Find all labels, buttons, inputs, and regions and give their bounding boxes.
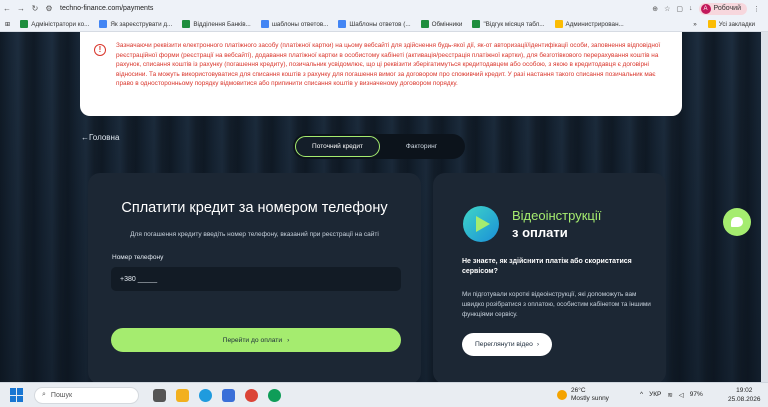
scrollbar[interactable] xyxy=(761,32,768,382)
folder-icon xyxy=(707,20,716,28)
store-icon[interactable] xyxy=(222,388,235,402)
apps-grid-icon[interactable]: ⊞ xyxy=(0,21,15,28)
weather-temp: 26°C xyxy=(571,387,586,394)
sheet-icon xyxy=(182,20,191,28)
sheet-icon xyxy=(20,20,29,28)
go-to-payment-label: Перейти до оплати xyxy=(222,336,283,344)
download-icon[interactable]: ↓ xyxy=(689,5,693,12)
chrome-icon[interactable] xyxy=(245,388,258,402)
profile-label: Робочий xyxy=(713,5,741,12)
bookmark-item[interactable]: Як зареєструвати д... xyxy=(94,20,177,28)
clock[interactable]: 19:02 25.08.2026 xyxy=(728,387,761,404)
tab-current-credit[interactable]: Поточний кредит xyxy=(295,136,380,157)
battery-level[interactable]: 97% xyxy=(690,391,703,399)
zoom-icon[interactable]: ⊕ xyxy=(652,5,658,13)
watch-video-button[interactable]: Переглянути відео › xyxy=(462,333,552,356)
task-view-icon[interactable] xyxy=(153,388,166,402)
video-title: Відеоінструкції з оплати xyxy=(512,207,601,241)
doc-icon xyxy=(338,20,347,28)
url-field[interactable]: techno-finance.com/payments xyxy=(60,5,153,12)
search-icon: ⌕ xyxy=(42,391,46,398)
video-title-line2: з оплати xyxy=(512,225,568,240)
search-placeholder: Пошук xyxy=(50,391,73,399)
edge-icon[interactable] xyxy=(199,388,212,402)
watch-video-label: Переглянути відео xyxy=(474,341,533,348)
pay-by-phone-card: Сплатити кредит за номером телефону Для … xyxy=(88,173,421,382)
bookmark-item[interactable]: шаблоны ответов... xyxy=(256,20,334,28)
reload-icon[interactable]: ↻ xyxy=(28,4,42,13)
bookmarks-bar: ⊞ Адміністратори ко... Як зареєструвати … xyxy=(0,17,768,32)
video-title-line1: Відеоінструкції xyxy=(512,208,602,223)
bookmark-star-icon[interactable]: ☆ xyxy=(664,5,670,13)
bookmark-item[interactable]: Адміністратори ко... xyxy=(15,20,94,28)
chevron-up-icon[interactable]: ^ xyxy=(640,391,643,399)
doc-icon xyxy=(260,20,269,28)
menu-kebab-icon[interactable]: ⋮ xyxy=(753,5,760,13)
page-title: Сплатити кредит за номером телефону xyxy=(121,200,388,216)
forward-arrow-icon[interactable]: → xyxy=(14,4,28,13)
phone-label: Номер телефону xyxy=(112,254,164,261)
go-to-payment-button[interactable]: Перейти до оплати › xyxy=(111,328,401,352)
page-content: ! Зазначаючи реквізити електронного плат… xyxy=(0,32,768,382)
all-bookmarks-button[interactable]: Усі закладки xyxy=(703,20,760,28)
phone-hint: Для погашення кредиту введіть номер теле… xyxy=(130,231,379,238)
sheet-icon xyxy=(472,20,481,28)
volume-icon[interactable]: ◁ xyxy=(679,391,684,399)
tab-factoring[interactable]: Факторинг xyxy=(380,136,463,157)
arrow-left-icon: ← xyxy=(81,133,89,142)
video-description: Ми підготували короткі відеоінструкції, … xyxy=(462,291,651,318)
doc-icon xyxy=(99,20,108,28)
bookmark-item[interactable]: Відділення Банків... xyxy=(177,20,256,28)
taskbar: ⌕ Пошук 26°C Mostly sunny ^ УКР ≋ ◁ 97% … xyxy=(0,382,768,407)
warning-icon: ! xyxy=(94,44,106,56)
profile-button[interactable]: А Робочий xyxy=(698,2,747,15)
more-bookmarks-button[interactable]: » xyxy=(693,21,697,28)
sun-icon xyxy=(557,390,567,400)
chat-widget-button[interactable] xyxy=(723,208,751,236)
site-info-icon[interactable]: ⚙ xyxy=(42,4,56,13)
clock-date: 25.08.2026 xyxy=(728,395,761,403)
bookmark-item[interactable]: "Відгук місяця табл... xyxy=(467,20,549,28)
card-storage-warning: ! Зазначаючи реквізити електронного плат… xyxy=(80,32,682,116)
language-indicator[interactable]: УКР xyxy=(649,391,661,399)
bookmark-item[interactable]: Администрирован... xyxy=(550,20,629,28)
browser-toolbar: ← → ↻ ⚙ techno-finance.com/payments ⊕ ☆ … xyxy=(0,0,768,17)
video-instructions-card: Відеоінструкції з оплати Не знаєте, як з… xyxy=(433,173,666,382)
bookmark-item[interactable]: Шаблоны ответов (... xyxy=(333,20,415,28)
weather-desc: Mostly sunny xyxy=(571,395,609,402)
folder-icon xyxy=(554,20,563,28)
warning-text: Зазначаючи реквізити електронного платіж… xyxy=(116,42,661,87)
windows-start-icon[interactable] xyxy=(10,388,24,402)
clock-time: 19:02 xyxy=(736,387,753,394)
credit-type-switch: Поточний кредит Факторинг xyxy=(293,134,465,159)
video-question: Не знаєте, як здійснити платіж або скори… xyxy=(462,258,632,275)
sheet-icon xyxy=(420,20,429,28)
bookmark-item[interactable]: Обмінники xyxy=(416,20,468,28)
wifi-icon[interactable]: ≋ xyxy=(667,391,672,399)
chrome-icon[interactable] xyxy=(268,388,281,402)
file-explorer-icon[interactable] xyxy=(176,388,189,402)
back-arrow-icon[interactable]: ← xyxy=(0,4,14,13)
back-home-link[interactable]: ←Головна xyxy=(81,133,119,142)
chevron-right-icon: › xyxy=(536,341,540,348)
avatar: А xyxy=(700,3,711,14)
extensions-icon[interactable]: ▢ xyxy=(676,5,683,13)
system-tray: ^ УКР ≋ ◁ 97% xyxy=(640,391,703,399)
video-play-icon xyxy=(463,206,499,242)
weather-widget[interactable]: 26°C Mostly sunny xyxy=(557,387,609,403)
chat-bubble-icon xyxy=(731,217,743,227)
taskbar-search[interactable]: ⌕ Пошук xyxy=(34,386,139,404)
chevron-right-icon: › xyxy=(287,336,290,344)
phone-input[interactable]: +380 _____ xyxy=(111,267,401,291)
